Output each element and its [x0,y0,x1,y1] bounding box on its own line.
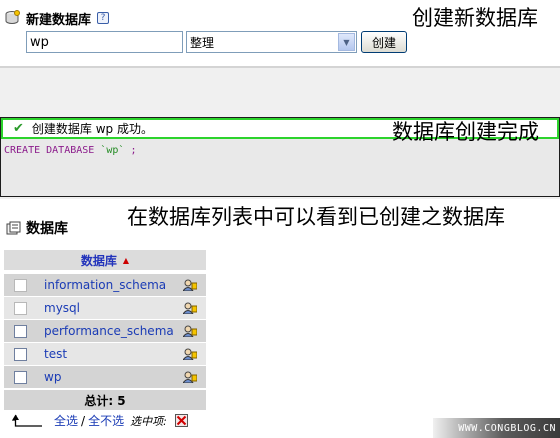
databases-heading-label: 数据库 [26,221,68,237]
database-icon [5,10,20,24]
database-link[interactable]: performance_schema [44,324,174,338]
arrow-up-icon [12,414,42,427]
privileges-icon[interactable] [183,302,197,314]
table-row: test [4,343,206,365]
help-icon[interactable]: ? [97,12,110,24]
database-link[interactable]: mysql [44,301,80,315]
row-checkbox[interactable] [13,370,27,384]
databases-heading: 数据库 [6,218,68,238]
annotation-in-list: 在数据库列表中可以看到已创建之数据库 [127,205,505,229]
header-database-cell[interactable]: 数据库 ▲ [36,250,174,270]
drop-icon[interactable] [174,414,188,427]
create-database-header: 新建数据库 ? [4,8,110,28]
separator: / [81,413,86,428]
with-selected-label: 选中项: [130,414,167,428]
sql-query: CREATE DATABASE `wp` ; [4,145,136,156]
database-list-icon [6,221,21,234]
database-name-input[interactable] [26,31,183,53]
database-link[interactable]: information_schema [44,278,166,292]
watermark: WWW.CONGBLOG.CN [433,418,560,438]
sql-terminator: ; [124,145,137,156]
table-total-row: 总计: 5 [4,390,206,410]
privileges-icon[interactable] [183,325,197,337]
bulk-actions: 全选 / 全不选 选中项: [12,412,188,429]
row-checkbox[interactable] [13,324,27,338]
create-button[interactable]: 创建 [361,31,407,53]
table-row: wp [4,366,206,388]
sql-database-name: `wp` [100,145,125,156]
uncheck-all-link[interactable]: 全不选 [88,412,124,429]
annotation-create-new: 创建新数据库 [412,6,538,30]
table-row: performance_schema [4,320,206,342]
checkmark-icon: ✔ [13,121,24,136]
row-checkbox[interactable] [13,347,27,361]
total-count: 总计: 5 [84,393,126,408]
table-row: information_schema [4,274,206,296]
row-checkbox [13,301,27,315]
header-actions-cell [174,250,206,270]
database-link[interactable]: test [44,347,67,361]
create-database-title: 新建数据库 [26,12,92,28]
table-row: mysql [4,297,206,319]
sort-arrow-icon: ▲ [122,255,130,265]
privileges-icon[interactable] [183,279,197,291]
annotation-create-done: 数据库创建完成 [392,120,539,144]
sort-by-database-link[interactable]: 数据库 [81,252,117,269]
sql-keyword: CREATE DATABASE [4,145,101,156]
collation-select-value: 整理 [190,35,215,50]
row-checkbox [13,278,27,292]
check-all-link[interactable]: 全选 [54,412,78,429]
header-select-cell [4,250,36,270]
chevron-down-icon[interactable]: ▼ [338,33,355,51]
success-message-text: 创建数据库 wp 成功。 [31,122,153,136]
privileges-icon[interactable] [183,348,197,360]
database-link[interactable]: wp [44,370,61,384]
table-header: 数据库 ▲ [4,250,206,270]
privileges-icon[interactable] [183,371,197,383]
collation-select[interactable]: 整理 ▼ [186,31,357,53]
